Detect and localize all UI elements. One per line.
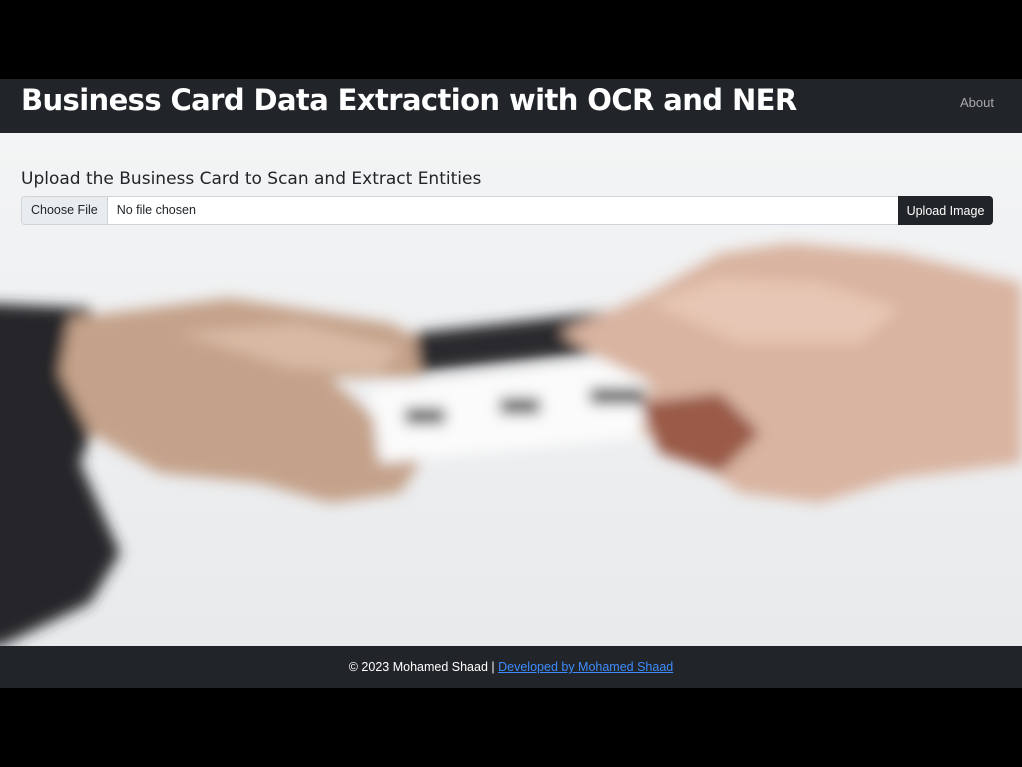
footer: © 2023 Mohamed Shaad | Developed by Moha… xyxy=(0,646,1022,688)
file-status-text: No file chosen xyxy=(116,203,196,217)
main-content: Upload the Business Card to Scan and Ext… xyxy=(0,133,1022,646)
nav-link-about[interactable]: About xyxy=(960,95,994,110)
brand-title[interactable]: Business Card Data Extraction with OCR a… xyxy=(21,83,797,117)
page: Business Card Data Extraction with OCR a… xyxy=(0,79,1022,688)
choose-file-button[interactable]: Choose File xyxy=(22,197,108,224)
upload-heading: Upload the Business Card to Scan and Ext… xyxy=(21,169,482,189)
upload-form: Choose File No file chosen Upload Image xyxy=(21,196,993,225)
footer-developer-link[interactable]: Developed by Mohamed Shaad xyxy=(498,660,673,674)
navbar: Business Card Data Extraction with OCR a… xyxy=(0,79,1022,133)
upload-image-button[interactable]: Upload Image xyxy=(898,196,993,225)
file-input[interactable]: Choose File No file chosen xyxy=(21,196,898,225)
footer-copyright: © 2023 Mohamed Shaad | xyxy=(348,660,495,674)
